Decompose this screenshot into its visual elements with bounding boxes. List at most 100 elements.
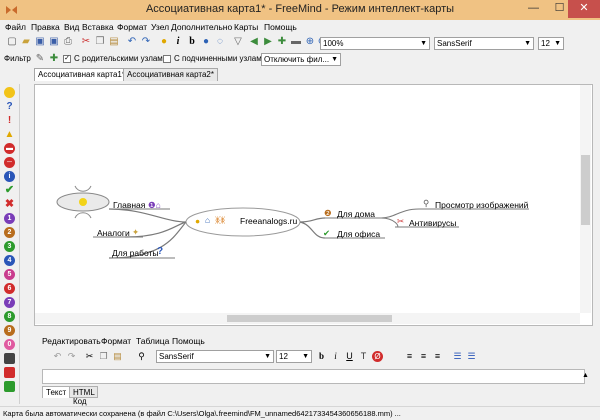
priority-9-icon[interactable]: 9 [4, 325, 15, 336]
priority-4-icon[interactable]: 4 [4, 255, 15, 266]
exclamation-icon[interactable]: ! [4, 115, 15, 126]
zoom-in-icon[interactable]: ⊕ [304, 36, 316, 48]
cut-icon[interactable]: ✂ [80, 36, 92, 48]
text-color-icon[interactable]: T [358, 351, 369, 362]
lightbulb-icon[interactable]: ● [158, 36, 170, 48]
undo-icon[interactable]: ↶ [126, 36, 138, 48]
add-node-icon[interactable]: ✚ [276, 36, 288, 48]
editor-font-family-select[interactable]: SansSerif ▼ [156, 350, 274, 363]
menu-edit[interactable]: Правка [31, 22, 60, 32]
editor-menu-edit[interactable]: Редактировать [42, 336, 101, 346]
bold-icon[interactable]: b [186, 36, 198, 48]
clear-format-icon[interactable]: Ø [372, 351, 383, 362]
priority-10-icon[interactable]: 0 [4, 339, 15, 350]
tab-map2[interactable]: Ассоциативная карта2* [123, 68, 218, 81]
menu-tools[interactable]: Дополнительно [171, 22, 232, 32]
priority-8-icon[interactable]: 8 [4, 311, 15, 322]
minimize-button[interactable]: — [520, 0, 547, 18]
print-icon[interactable]: ⎙ [62, 36, 74, 48]
underline-icon[interactable]: U [344, 351, 355, 362]
align-right-icon[interactable]: ≡ [432, 351, 443, 362]
lightbulb-icon[interactable] [4, 87, 15, 98]
priority-7-icon[interactable]: 7 [4, 297, 15, 308]
copy-icon[interactable]: ❐ [94, 36, 106, 48]
font-size-select[interactable]: 12 ▼ [538, 37, 564, 50]
menu-maps[interactable]: Карты [234, 22, 258, 32]
node-antivirus[interactable]: Антивирусы [409, 218, 456, 228]
find-icon[interactable]: ⚲ [136, 351, 147, 362]
menu-view[interactable]: Вид [64, 22, 79, 32]
tab-text[interactable]: Текст [42, 386, 71, 398]
editor-menu-table[interactable]: Таблица [136, 336, 169, 346]
mind-map-canvas[interactable]: Главная ❶⌂ Аналоги ✦ Для работы ? ● ⌂ ᛤᛤ… [34, 84, 593, 326]
checkmark-icon[interactable]: ✔ [4, 185, 15, 196]
tab-map1[interactable]: Ассоциативная карта1* [34, 68, 129, 81]
menu-format[interactable]: Формат [117, 22, 147, 32]
close-button[interactable]: ✕ [568, 0, 600, 18]
editbox-scroll-up-icon[interactable]: ▲ [580, 370, 591, 381]
copy-icon[interactable]: ❐ [98, 351, 109, 362]
priority-5-icon[interactable]: 5 [4, 269, 15, 280]
pencil-icon[interactable]: ✎ [34, 53, 46, 65]
priority-6-icon[interactable]: 6 [4, 283, 15, 294]
with-children-checkbox[interactable] [163, 55, 171, 63]
info-icon[interactable]: i [4, 171, 15, 182]
node-for-home[interactable]: Для дома [337, 209, 375, 219]
question-icon[interactable]: ? [4, 101, 15, 112]
menu-help[interactable]: Помощь [264, 22, 297, 32]
vertical-scrollbar[interactable] [580, 85, 591, 313]
node-analogs[interactable]: Аналоги [97, 228, 130, 238]
editor-menu-help[interactable]: Помощь [172, 336, 205, 346]
priority-3-icon[interactable]: 3 [4, 241, 15, 252]
forward-arrow-icon[interactable]: ▶ [262, 36, 274, 48]
editor-font-size-select[interactable]: 12 ▼ [276, 350, 312, 363]
no-entry-icon[interactable]: ─ [4, 157, 15, 168]
horizontal-scroll-thumb[interactable] [227, 315, 392, 322]
tab-html-code[interactable]: HTML Код [69, 386, 99, 406]
align-left-icon[interactable]: ≡ [404, 351, 415, 362]
vertical-scroll-thumb[interactable] [581, 155, 590, 225]
priority-2-icon[interactable]: 2 [4, 227, 15, 238]
phone-icon[interactable] [4, 353, 15, 364]
numbered-list-icon[interactable]: ☰ [466, 351, 477, 362]
remove-node-icon[interactable]: ▬ [290, 36, 302, 48]
node-for-office[interactable]: Для офиса [337, 229, 380, 239]
horizontal-scrollbar[interactable] [35, 313, 580, 324]
open-icon[interactable]: ▰ [20, 36, 32, 48]
priority-1-icon[interactable]: 1 [4, 213, 15, 224]
save-icon[interactable]: ▣ [34, 36, 46, 48]
node-for-work[interactable]: Для работы [112, 248, 159, 258]
zoom-select[interactable]: 100% ▼ [320, 37, 430, 50]
filter-mode-select[interactable]: Отключить фил... ▼ [261, 53, 341, 66]
cross-icon[interactable]: ✖ [4, 199, 15, 210]
menu-file[interactable]: Файл [5, 22, 26, 32]
note-text-area[interactable] [42, 369, 585, 384]
node-root[interactable]: Freeanalogs.ru [240, 216, 297, 226]
node-main[interactable]: Главная [113, 200, 145, 210]
italic-icon[interactable]: i [172, 36, 184, 48]
back-arrow-icon[interactable]: ◀ [248, 36, 260, 48]
node-image-viewer[interactable]: Просмотр изображений [435, 200, 528, 210]
align-center-icon[interactable]: ≡ [418, 351, 429, 362]
italic-icon[interactable]: i [330, 351, 341, 362]
save-as-icon[interactable]: ▣ [48, 36, 60, 48]
font-family-select[interactable]: SansSerif ▼ [434, 37, 534, 50]
bold-icon[interactable]: b [316, 351, 327, 362]
node-cloud-icon[interactable]: ● [200, 36, 212, 48]
cut-icon[interactable]: ✂ [84, 351, 95, 362]
undo-icon[interactable]: ↶ [52, 351, 63, 362]
stop-icon[interactable]: ▬ [4, 143, 15, 154]
paste-icon[interactable]: ▤ [112, 351, 123, 362]
with-parents-checkbox[interactable]: ✓ [63, 55, 71, 63]
note-bubble-icon[interactable]: ◌ [214, 36, 226, 48]
menu-node[interactable]: Узел [151, 22, 169, 32]
traffic-light-icon[interactable] [4, 381, 15, 392]
redo-icon[interactable]: ↷ [66, 351, 77, 362]
flag-icon[interactable] [4, 367, 15, 378]
new-map-icon[interactable]: ▢ [6, 36, 18, 48]
warning-icon[interactable]: ▲ [4, 129, 15, 140]
redo-icon[interactable]: ↷ [140, 36, 152, 48]
menu-insert[interactable]: Вставка [82, 22, 114, 32]
filter-icon[interactable]: ▽ [232, 36, 244, 48]
bullet-list-icon[interactable]: ☰ [452, 351, 463, 362]
